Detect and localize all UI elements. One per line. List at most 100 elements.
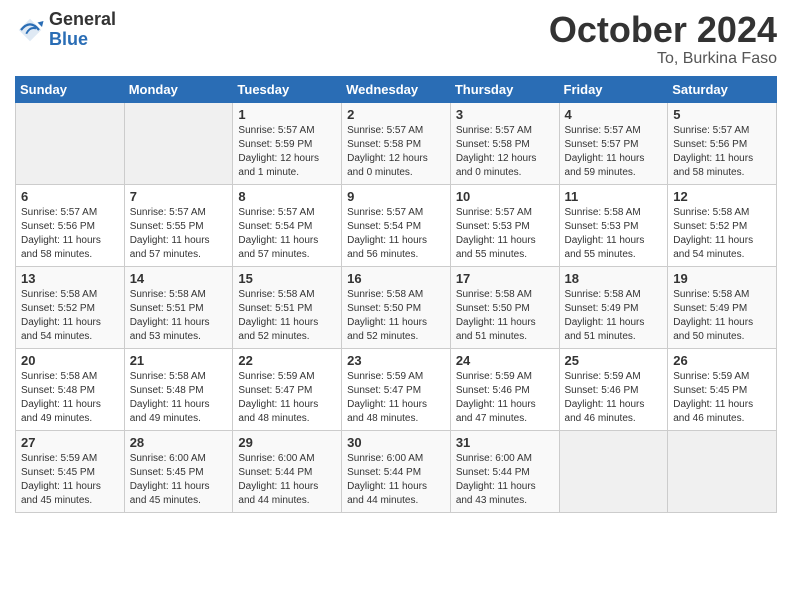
calendar-cell: 23 Sunrise: 5:59 AM Sunset: 5:47 PM Dayli… xyxy=(342,348,451,430)
week-row-4: 20Sunrise: 5:58 AM Sunset: 5:48 PM Dayli… xyxy=(16,348,777,430)
calendar-cell: 28Sunrise: 6:00 AM Sunset: 5:45 PM Dayli… xyxy=(124,430,233,512)
header-row: SundayMondayTuesdayWednesdayThursdayFrid… xyxy=(16,76,777,102)
day-info: Sunrise: 5:57 AM Sunset: 5:55 PM Dayligh… xyxy=(130,206,228,262)
header-day-friday: Friday xyxy=(559,76,668,102)
calendar-cell: 25 Sunrise: 5:59 AM Sunset: 5:46 PM Dayli… xyxy=(559,348,668,430)
calendar-cell: 30Sunrise: 6:00 AM Sunset: 5:44 PM Dayli… xyxy=(342,430,451,512)
day-info: Sunrise: 5:57 AM Sunset: 5:56 PM Dayligh… xyxy=(21,206,119,262)
day-number: 10 xyxy=(456,189,554,204)
day-info: Sunrise: 5:58 AM Sunset: 5:50 PM Dayligh… xyxy=(347,288,445,344)
calendar-cell xyxy=(559,430,668,512)
location-text: To, Burkina Faso xyxy=(549,50,777,68)
calendar-cell xyxy=(668,430,777,512)
header-day-wednesday: Wednesday xyxy=(342,76,451,102)
header-day-monday: Monday xyxy=(124,76,233,102)
calendar-cell: 3Sunrise: 5:57 AM Sunset: 5:58 PM Daylig… xyxy=(450,102,559,184)
day-number: 9 xyxy=(347,189,445,204)
calendar-cell: 20Sunrise: 5:58 AM Sunset: 5:48 PM Dayli… xyxy=(16,348,125,430)
day-info: Sunrise: 5:57 AM Sunset: 5:59 PM Dayligh… xyxy=(238,124,336,180)
title-block: October 2024 To, Burkina Faso xyxy=(549,10,777,68)
header-day-sunday: Sunday xyxy=(16,76,125,102)
calendar-cell: 11 Sunrise: 5:58 AM Sunset: 5:53 PM Dayli… xyxy=(559,184,668,266)
week-row-2: 6Sunrise: 5:57 AM Sunset: 5:56 PM Daylig… xyxy=(16,184,777,266)
day-number: 23 xyxy=(347,353,445,368)
day-number: 8 xyxy=(238,189,336,204)
day-number: 21 xyxy=(130,353,228,368)
day-number: 1 xyxy=(238,107,336,122)
calendar-cell: 8 Sunrise: 5:57 AM Sunset: 5:54 PM Daylig… xyxy=(233,184,342,266)
day-info: Sunrise: 5:58 AM Sunset: 5:50 PM Dayligh… xyxy=(456,288,554,344)
day-info: Sunrise: 6:00 AM Sunset: 5:45 PM Dayligh… xyxy=(130,452,228,508)
day-number: 4 xyxy=(565,107,663,122)
calendar-cell: 9 Sunrise: 5:57 AM Sunset: 5:54 PM Daylig… xyxy=(342,184,451,266)
calendar-cell xyxy=(16,102,125,184)
calendar-cell: 19Sunrise: 5:58 AM Sunset: 5:49 PM Dayli… xyxy=(668,266,777,348)
calendar-cell: 15Sunrise: 5:58 AM Sunset: 5:51 PM Dayli… xyxy=(233,266,342,348)
day-info: Sunrise: 5:58 AM Sunset: 5:48 PM Dayligh… xyxy=(21,370,119,426)
day-info: Sunrise: 5:57 AM Sunset: 5:54 PM Dayligh… xyxy=(238,206,336,262)
day-info: Sunrise: 5:57 AM Sunset: 5:56 PM Dayligh… xyxy=(673,124,771,180)
calendar-header: SundayMondayTuesdayWednesdayThursdayFrid… xyxy=(16,76,777,102)
day-number: 30 xyxy=(347,435,445,450)
day-number: 2 xyxy=(347,107,445,122)
calendar-cell xyxy=(124,102,233,184)
calendar-cell: 21 Sunrise: 5:58 AM Sunset: 5:48 PM Dayli… xyxy=(124,348,233,430)
header: General Blue October 2024 To, Burkina Fa… xyxy=(15,10,777,68)
day-number: 14 xyxy=(130,271,228,286)
logo: General Blue xyxy=(15,10,116,50)
day-info: Sunrise: 5:59 AM Sunset: 5:47 PM Dayligh… xyxy=(347,370,445,426)
day-info: Sunrise: 5:59 AM Sunset: 5:46 PM Dayligh… xyxy=(565,370,663,426)
calendar-cell: 29Sunrise: 6:00 AM Sunset: 5:44 PM Dayli… xyxy=(233,430,342,512)
day-info: Sunrise: 5:58 AM Sunset: 5:49 PM Dayligh… xyxy=(565,288,663,344)
calendar-cell: 13Sunrise: 5:58 AM Sunset: 5:52 PM Dayli… xyxy=(16,266,125,348)
day-number: 27 xyxy=(21,435,119,450)
calendar-cell: 6Sunrise: 5:57 AM Sunset: 5:56 PM Daylig… xyxy=(16,184,125,266)
calendar-cell: 2 Sunrise: 5:57 AM Sunset: 5:58 PM Daylig… xyxy=(342,102,451,184)
calendar-cell: 12Sunrise: 5:58 AM Sunset: 5:52 PM Dayli… xyxy=(668,184,777,266)
week-row-5: 27Sunrise: 5:59 AM Sunset: 5:45 PM Dayli… xyxy=(16,430,777,512)
day-info: Sunrise: 6:00 AM Sunset: 5:44 PM Dayligh… xyxy=(456,452,554,508)
day-info: Sunrise: 5:58 AM Sunset: 5:48 PM Dayligh… xyxy=(130,370,228,426)
logo-blue-text: Blue xyxy=(49,30,116,50)
day-info: Sunrise: 5:57 AM Sunset: 5:54 PM Dayligh… xyxy=(347,206,445,262)
day-number: 26 xyxy=(673,353,771,368)
day-number: 16 xyxy=(347,271,445,286)
calendar-cell: 4Sunrise: 5:57 AM Sunset: 5:57 PM Daylig… xyxy=(559,102,668,184)
calendar-cell: 14 Sunrise: 5:58 AM Sunset: 5:51 PM Dayli… xyxy=(124,266,233,348)
day-number: 24 xyxy=(456,353,554,368)
calendar-cell: 16 Sunrise: 5:58 AM Sunset: 5:50 PM Dayli… xyxy=(342,266,451,348)
calendar-table: SundayMondayTuesdayWednesdayThursdayFrid… xyxy=(15,76,777,513)
day-info: Sunrise: 5:58 AM Sunset: 5:52 PM Dayligh… xyxy=(21,288,119,344)
calendar-cell: 31 Sunrise: 6:00 AM Sunset: 5:44 PM Dayli… xyxy=(450,430,559,512)
day-number: 25 xyxy=(565,353,663,368)
day-info: Sunrise: 5:59 AM Sunset: 5:45 PM Dayligh… xyxy=(673,370,771,426)
calendar-cell: 22Sunrise: 5:59 AM Sunset: 5:47 PM Dayli… xyxy=(233,348,342,430)
calendar-cell: 10 Sunrise: 5:57 AM Sunset: 5:53 PM Dayli… xyxy=(450,184,559,266)
logo-icon xyxy=(15,15,45,45)
day-number: 11 xyxy=(565,189,663,204)
day-info: Sunrise: 5:58 AM Sunset: 5:51 PM Dayligh… xyxy=(130,288,228,344)
day-number: 15 xyxy=(238,271,336,286)
day-info: Sunrise: 5:58 AM Sunset: 5:49 PM Dayligh… xyxy=(673,288,771,344)
day-number: 29 xyxy=(238,435,336,450)
day-number: 17 xyxy=(456,271,554,286)
day-info: Sunrise: 5:58 AM Sunset: 5:53 PM Dayligh… xyxy=(565,206,663,262)
day-info: Sunrise: 5:57 AM Sunset: 5:58 PM Dayligh… xyxy=(347,124,445,180)
calendar-cell: 26 Sunrise: 5:59 AM Sunset: 5:45 PM Dayli… xyxy=(668,348,777,430)
day-info: Sunrise: 5:57 AM Sunset: 5:53 PM Dayligh… xyxy=(456,206,554,262)
calendar-cell: 17 Sunrise: 5:58 AM Sunset: 5:50 PM Dayli… xyxy=(450,266,559,348)
month-title: October 2024 xyxy=(549,10,777,50)
week-row-1: 1 Sunrise: 5:57 AM Sunset: 5:59 PM Daylig… xyxy=(16,102,777,184)
day-number: 3 xyxy=(456,107,554,122)
day-number: 31 xyxy=(456,435,554,450)
day-number: 18 xyxy=(565,271,663,286)
header-day-tuesday: Tuesday xyxy=(233,76,342,102)
day-info: Sunrise: 5:59 AM Sunset: 5:47 PM Dayligh… xyxy=(238,370,336,426)
header-day-saturday: Saturday xyxy=(668,76,777,102)
calendar-page: General Blue October 2024 To, Burkina Fa… xyxy=(0,0,792,528)
calendar-cell: 5Sunrise: 5:57 AM Sunset: 5:56 PM Daylig… xyxy=(668,102,777,184)
calendar-cell: 7Sunrise: 5:57 AM Sunset: 5:55 PM Daylig… xyxy=(124,184,233,266)
logo-general-text: General xyxy=(49,10,116,30)
calendar-cell: 24 Sunrise: 5:59 AM Sunset: 5:46 PM Dayli… xyxy=(450,348,559,430)
day-info: Sunrise: 5:59 AM Sunset: 5:46 PM Dayligh… xyxy=(456,370,554,426)
